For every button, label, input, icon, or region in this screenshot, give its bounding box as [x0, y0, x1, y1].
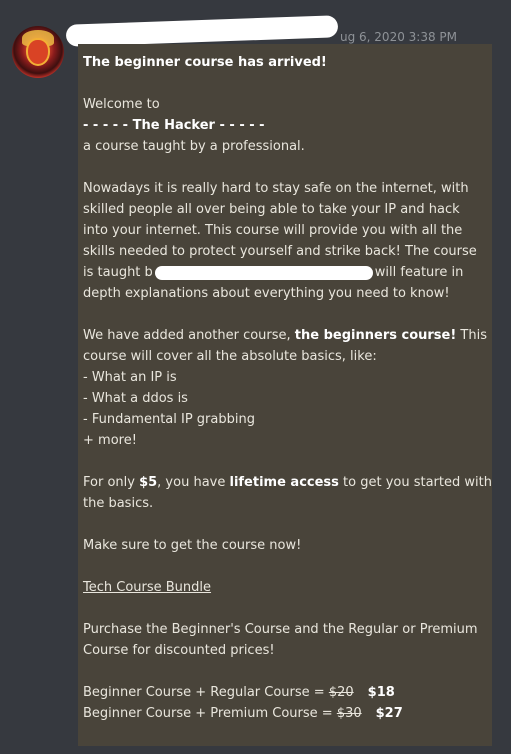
paragraph-line: the basics. — [83, 496, 154, 511]
old-price: $30 — [336, 706, 362, 721]
chat-screen: ug 6, 2020 3:38 PM The beginner course h… — [0, 0, 511, 754]
price-highlight: $5 — [139, 475, 158, 490]
paragraph-line: We have added another course, the beginn… — [83, 325, 487, 346]
avatar-character-art — [28, 40, 48, 64]
list-item: - What an IP is — [83, 370, 177, 385]
offer-label: Beginner Course + Regular Course = — [83, 685, 329, 700]
username-redaction — [65, 15, 339, 47]
tagline: a course taught by a professional. — [83, 139, 305, 154]
paragraph-line: is taught b will feature in — [83, 262, 487, 283]
welcome-text: Welcome to — [83, 97, 160, 112]
lifetime-access-highlight: lifetime access — [229, 475, 339, 490]
offer-label: Beginner Course + Premium Course = — [83, 706, 337, 721]
new-price: $18 — [367, 685, 395, 700]
paragraph-line: For only $5, you have lifetime access to… — [83, 472, 492, 493]
user-avatar[interactable] — [12, 26, 64, 78]
author-redaction — [154, 265, 373, 280]
new-price: $27 — [375, 706, 403, 721]
offer-line: Beginner Course + Premium Course = $30 $2… — [83, 703, 487, 724]
message-title: The beginner course has arrived! — [83, 55, 327, 70]
beginners-course-highlight: the beginners course! — [294, 328, 457, 343]
text-fragment: is taught b — [83, 265, 153, 280]
offer-line: Beginner Course + Regular Course = $20 $1… — [83, 682, 487, 703]
call-to-action: Make sure to get the course now! — [83, 538, 302, 553]
old-price: $20 — [328, 685, 354, 700]
list-item: + more! — [83, 433, 137, 448]
text-fragment: , you have — [157, 475, 230, 490]
message-content: The beginner course has arrived! Welcome… — [78, 44, 492, 746]
message-timestamp: ug 6, 2020 3:38 PM — [340, 30, 458, 44]
bundle-heading: Tech Course Bundle — [83, 580, 212, 595]
paragraph-line: skills needed to protect yourself and st… — [83, 244, 477, 259]
paragraph-line: Nowadays it is really hard to stay safe … — [83, 181, 469, 196]
text-fragment: to get you started with — [338, 475, 492, 490]
paragraph-line: Course for discounted prices! — [83, 643, 275, 658]
list-item: - What a ddos is — [83, 391, 188, 406]
text-fragment: This — [456, 328, 487, 343]
paragraph-line: skilled people all over being able to ta… — [83, 202, 460, 217]
text-fragment: We have added another course, — [83, 328, 295, 343]
list-item: - Fundamental IP grabbing — [83, 412, 255, 427]
paragraph-line: into your internet. This course will pro… — [83, 223, 463, 238]
paragraph-line: Purchase the Beginner's Course and the R… — [83, 622, 478, 637]
text-fragment: will feature in — [374, 265, 464, 280]
paragraph-line: depth explanations about everything you … — [83, 286, 450, 301]
text-fragment: For only — [83, 475, 140, 490]
course-name: - - - - - The Hacker - - - - - — [83, 118, 265, 133]
paragraph-line: course will cover all the absolute basic… — [83, 349, 377, 364]
